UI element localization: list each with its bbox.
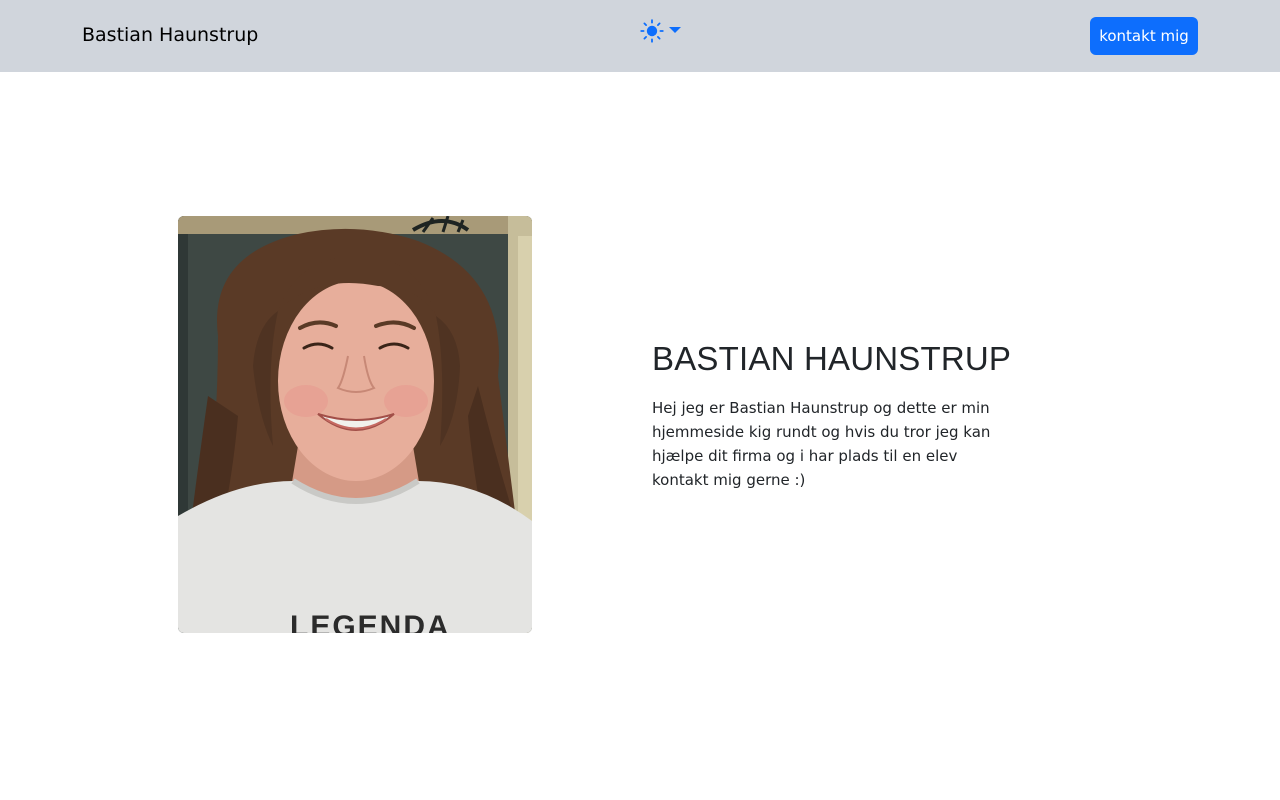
contact-button[interactable]: kontakt mig — [1090, 17, 1198, 55]
hero-title: BASTIAN HAUNSTRUP — [652, 340, 1012, 377]
hero-text: Hej jeg er Bastian Haunstrup og dette er… — [652, 399, 991, 489]
theme-toggle-dropdown[interactable] — [640, 18, 686, 44]
shirt-text: LEGENDA — [290, 610, 451, 633]
profile-photo: LEGENDA — [178, 216, 532, 633]
brand-link[interactable]: Bastian Haunstrup — [82, 22, 258, 48]
navbar: Bastian Haunstrup kontakt mig — [0, 0, 1280, 72]
sun-icon — [640, 19, 664, 43]
chevron-down-icon — [669, 27, 681, 33]
